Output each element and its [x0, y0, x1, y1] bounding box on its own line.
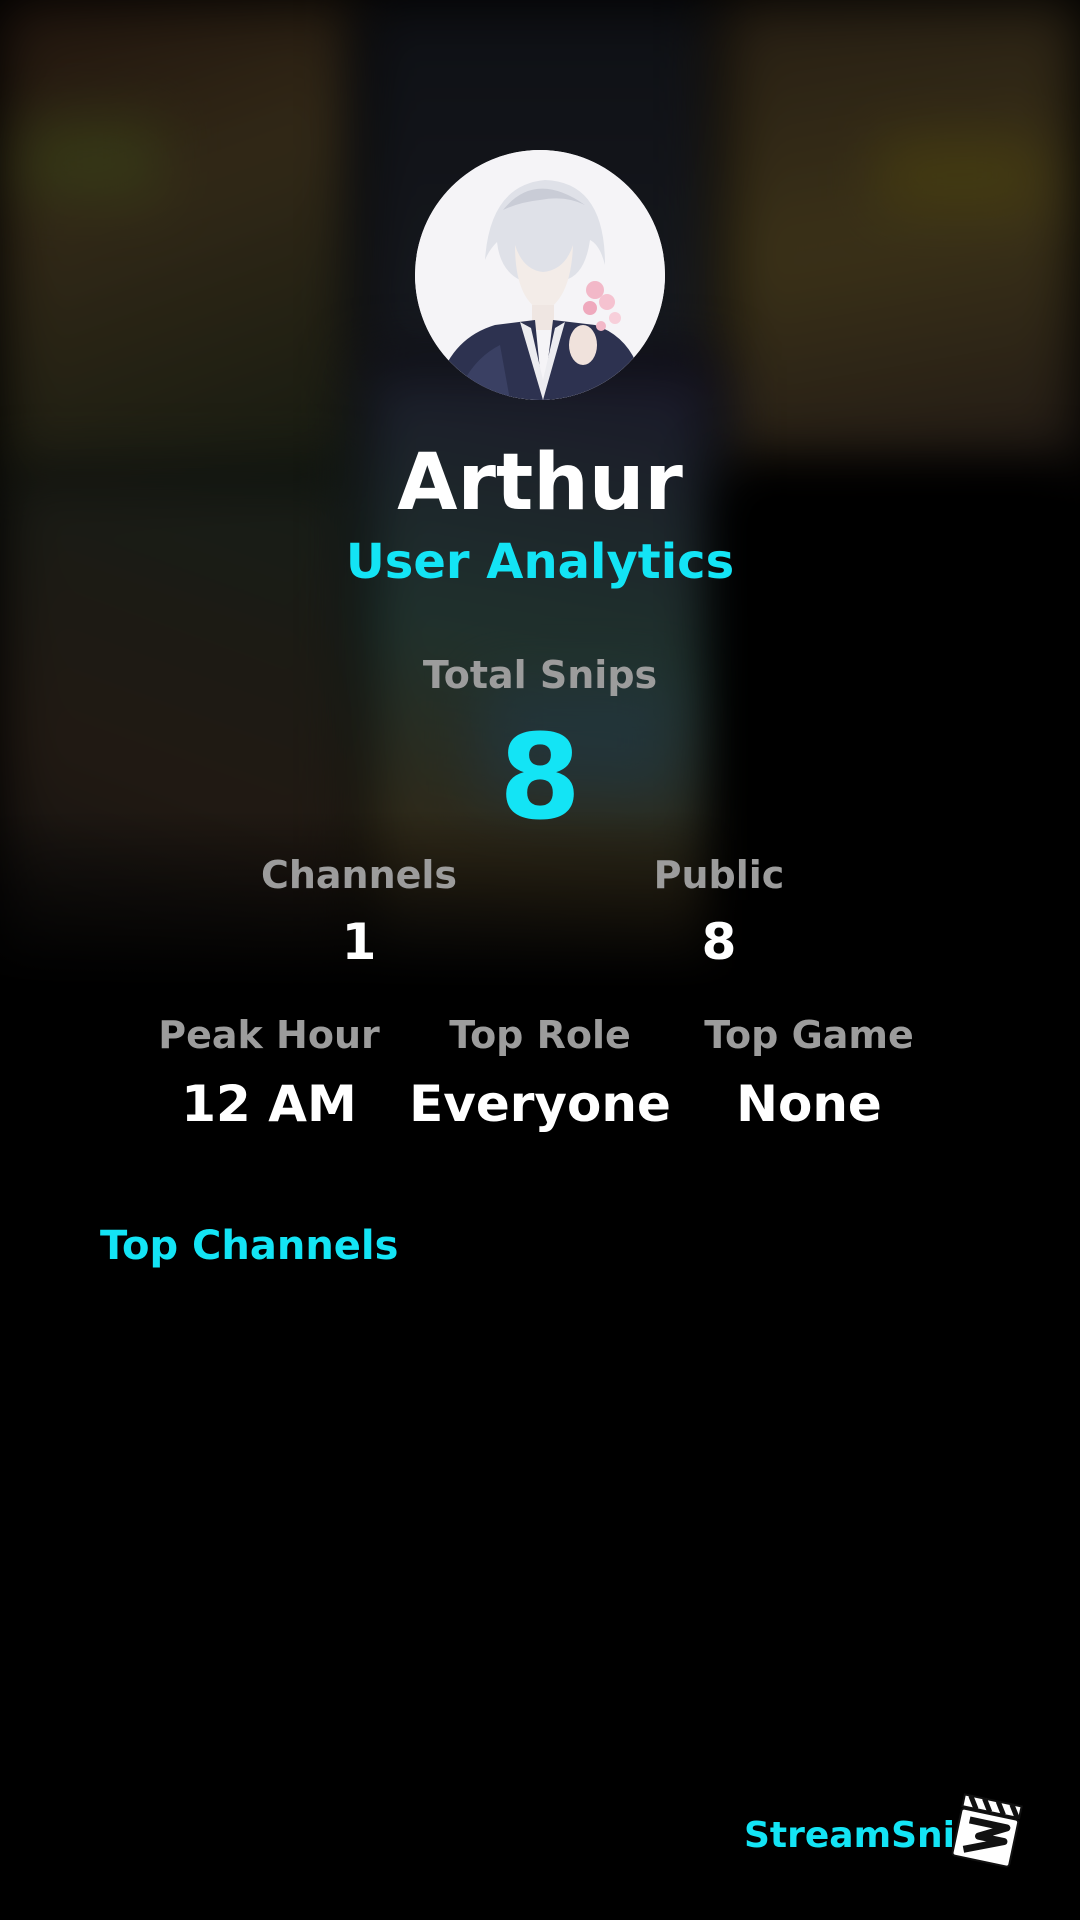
stat-value: Everyone [409, 1075, 671, 1133]
stat-value: 12 AM [181, 1075, 357, 1133]
stat-label: Public [653, 853, 785, 897]
stat-label: Peak Hour [158, 1013, 380, 1057]
avatar-illustration [415, 150, 665, 400]
stat-top-game: Top Game None [669, 1010, 949, 1136]
stat-value: None [736, 1075, 882, 1133]
total-snips-label: Total Snips [422, 653, 658, 697]
stat-value: 1 [341, 913, 377, 971]
clapperboard-logo-icon [948, 1790, 1028, 1870]
analytics-card: Arthur User Analytics Total Snips 8 Chan… [0, 0, 1080, 1920]
stat-public: Public 8 [579, 850, 859, 974]
stat-peak-hour: Peak Hour 12 AM [129, 1010, 409, 1136]
stat-value: 8 [701, 913, 737, 971]
avatar [415, 150, 665, 400]
stat-top-role: Top Role Everyone [389, 1010, 691, 1136]
stat-channels: Channels 1 [219, 850, 499, 974]
page-subtitle: User Analytics [345, 534, 735, 590]
username: Arthur [397, 438, 683, 528]
stat-label: Channels [260, 853, 458, 897]
total-snips-value: 8 [498, 708, 582, 846]
stat-label: Top Game [704, 1013, 914, 1057]
stat-label: Top Role [449, 1013, 631, 1057]
top-channels-heading: Top Channels [100, 1223, 399, 1269]
brand-name: StreamSnip [744, 1815, 981, 1856]
